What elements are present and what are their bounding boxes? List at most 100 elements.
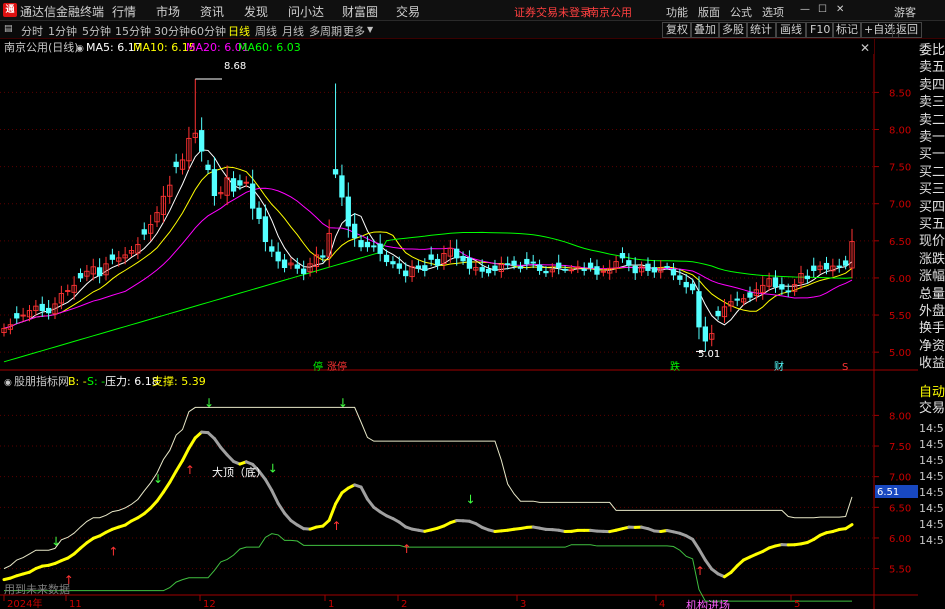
side-time-fragment: 14:5: [919, 422, 944, 435]
candle-body: [422, 265, 428, 271]
candle-body: [396, 263, 402, 269]
back-button[interactable]: 返回: [892, 22, 922, 38]
candle-body: [339, 175, 345, 198]
candle-body: [230, 178, 237, 192]
menu-market[interactable]: 市场: [156, 3, 180, 20]
candle-body: [626, 260, 632, 266]
app-logo-icon: 通: [3, 3, 17, 17]
menu-trade[interactable]: 交易: [396, 3, 420, 20]
menu-wealth[interactable]: 财富圈: [342, 3, 378, 20]
ma-dropdown-icon[interactable]: ◉: [76, 44, 84, 54]
indicator-tick-label: 5.50: [889, 565, 911, 576]
trend-segment: [212, 437, 223, 450]
minimize-icon[interactable]: —: [800, 4, 810, 15]
menu-news[interactable]: 资讯: [200, 3, 224, 20]
menu-formula[interactable]: 公式: [730, 4, 752, 20]
trend-segment: [276, 501, 287, 515]
candle-body: [377, 243, 383, 254]
side-button[interactable]: 交易: [919, 401, 945, 417]
menu-function[interactable]: 功能: [666, 4, 688, 20]
side-label: 买二: [919, 164, 945, 180]
side-label: 收益: [919, 356, 945, 372]
price-tick-label: 7.50: [889, 163, 911, 174]
trend-segment: [161, 480, 172, 494]
period-5min[interactable]: 5分钟: [82, 23, 111, 39]
toggle-icon[interactable]: ▤: [4, 24, 13, 34]
restore-rights-button[interactable]: 复权: [662, 22, 692, 38]
candle-body: [677, 275, 683, 280]
trend-segment: [365, 497, 376, 509]
side-time-fragment: 14:5: [919, 438, 944, 451]
candle-body: [747, 292, 753, 298]
candle-body: [211, 169, 218, 197]
candle-body: [804, 275, 811, 280]
mark-button[interactable]: 标记: [832, 22, 862, 38]
candle-body: [734, 298, 740, 301]
institution-entry-label: 机构进场: [686, 598, 730, 609]
more-chevron-icon[interactable]: ▼: [367, 25, 373, 34]
overlay-button[interactable]: 叠加: [690, 22, 720, 38]
pressure-line: [3, 406, 853, 570]
support-line: [4, 533, 852, 602]
menu-discover[interactable]: 发现: [244, 3, 268, 20]
period-daily[interactable]: 日线: [228, 23, 250, 39]
period-weekly[interactable]: 周线: [255, 23, 277, 39]
candle-body: [587, 262, 594, 268]
period-60min[interactable]: 60分钟: [190, 23, 226, 39]
trend-segment: [844, 523, 854, 531]
period-1min[interactable]: 1分钟: [48, 23, 77, 39]
trend-segment: [359, 485, 369, 501]
candle-body: [383, 254, 390, 263]
low-price-label: 5.01: [698, 349, 720, 360]
candle-body: [403, 270, 409, 277]
side-label: 买五: [919, 217, 945, 232]
trend-segment: [174, 458, 185, 473]
candle-body: [689, 283, 696, 291]
chart-area[interactable]: ↑↑↑↑↑↑↓↓↓↓↓↓ 8.508.007.507.006.506.005.5…: [0, 39, 918, 609]
side-time-fragment: 14:5: [919, 518, 944, 531]
main-pane-close-icon[interactable]: ✕: [860, 41, 870, 55]
candle-body: [505, 263, 511, 266]
period-15min[interactable]: 15分钟: [115, 23, 151, 39]
trend-segment: [155, 490, 165, 503]
candle-body: [262, 216, 269, 243]
candle-body: [524, 258, 530, 265]
indicator-settings-icon[interactable]: ◉: [4, 378, 12, 388]
guest-label[interactable]: 游客: [894, 4, 916, 20]
indicator-signals: ↑↑↑↑↑↑↓↓↓↓↓↓: [51, 396, 705, 587]
menu-ask[interactable]: 问小达: [288, 3, 324, 20]
period-multi[interactable]: 多周期: [309, 23, 342, 39]
side-button[interactable]: 自动: [919, 385, 945, 401]
price-tick-label: 6.50: [889, 237, 911, 248]
candle-body: [352, 223, 358, 239]
side-label: 涨跌: [919, 251, 945, 267]
multi-stock-button[interactable]: 多股: [718, 22, 748, 38]
menu-quotes[interactable]: 行情: [112, 3, 136, 20]
f10-button[interactable]: F10: [806, 22, 835, 38]
candle-body: [811, 265, 817, 271]
price-tick-label: 8.00: [889, 126, 911, 137]
period-more[interactable]: 更多: [343, 23, 365, 39]
quote-side-panel: 委比 卖五 卖四 卖三 卖二 卖一 买一 买二 买三 买四 买五 现价 涨跌 涨幅 总量 外盘 换手 净资 收益 自动…: [918, 39, 945, 609]
maximize-icon[interactable]: ☐: [818, 4, 827, 15]
statistics-button[interactable]: 统计: [746, 22, 776, 38]
date-tick-label: 4: [659, 599, 665, 609]
period-monthly[interactable]: 月线: [282, 23, 304, 39]
period-intraday[interactable]: 分时: [21, 23, 43, 39]
sell-arrow-icon: ↓: [204, 396, 214, 410]
price-tick-label: 7.00: [889, 200, 911, 211]
side-label: 涨幅: [919, 269, 945, 285]
candle-body: [96, 267, 103, 277]
candle-body: [562, 268, 568, 271]
candle-body: [670, 269, 677, 276]
menu-layout[interactable]: 版面: [698, 4, 720, 20]
candle-body: [619, 252, 626, 259]
candle-body: [345, 196, 351, 227]
candle-body: [294, 264, 300, 269]
draw-line-button[interactable]: 画线: [776, 22, 806, 38]
candle-body: [823, 262, 830, 270]
menu-options[interactable]: 选项: [762, 4, 784, 20]
period-30min[interactable]: 30分钟: [154, 23, 190, 39]
login-notice[interactable]: 证券交易未登录: [514, 4, 591, 20]
close-icon[interactable]: ✕: [836, 4, 844, 15]
